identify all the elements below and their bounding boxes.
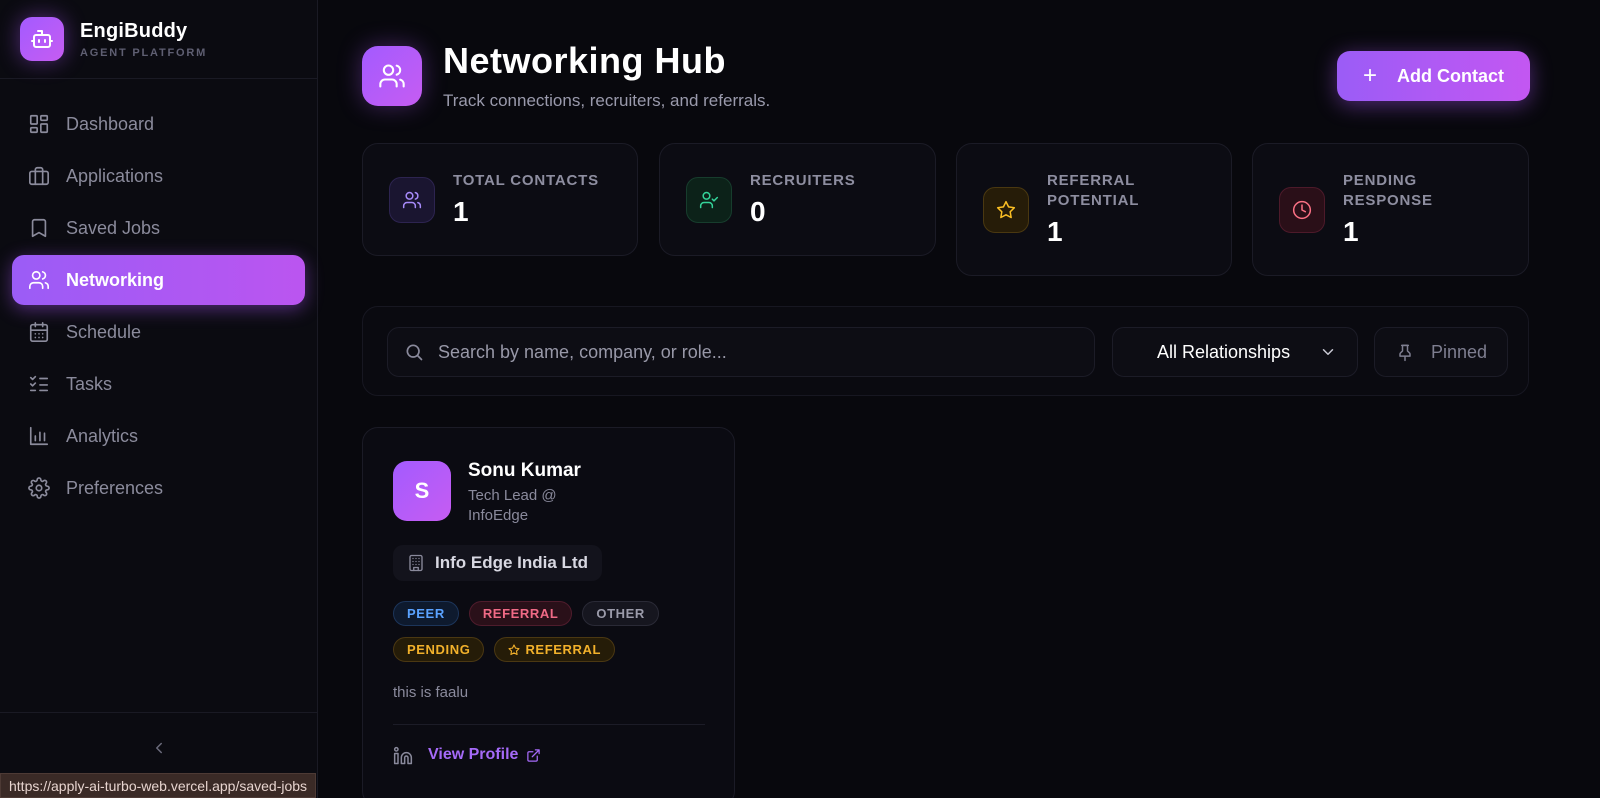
stat-card-referral-potential: REFERRAL POTENTIAL 1 (956, 143, 1232, 276)
add-contact-button[interactable]: + Add Contact (1337, 51, 1530, 101)
bot-icon (20, 17, 64, 61)
list-checks-icon (29, 375, 49, 392)
bookmark-icon (31, 218, 47, 238)
pin-icon (1399, 344, 1411, 362)
stat-card-pending-response: PENDING RESPONSE 1 (1252, 143, 1529, 276)
sidebar: EngiBuddy AGENT PLATFORM Dashboard Appli… (0, 0, 318, 798)
sidebar-nav: Dashboard Applications Saved Jobs Networ… (0, 79, 317, 535)
sidebar-item-label: Saved Jobs (66, 217, 161, 238)
clock-icon (1279, 187, 1325, 233)
pinned-label: Pinned (1430, 341, 1488, 362)
calendar-icon (29, 322, 49, 342)
search-box (387, 327, 1095, 377)
relationship-select[interactable]: All Relationships (1112, 327, 1358, 377)
stat-label: TOTAL CONTACTS (453, 172, 599, 189)
sidebar-item-label: Applications (66, 165, 164, 186)
plus-icon: + (1362, 62, 1377, 89)
sidebar-item-saved-jobs[interactable]: Saved Jobs (12, 203, 305, 253)
sidebar-item-dashboard[interactable]: Dashboard (12, 99, 305, 149)
sidebar-item-analytics[interactable]: Analytics (12, 411, 305, 461)
brand-subtitle: AGENT PLATFORM (80, 46, 208, 59)
sidebar-item-label: Analytics (66, 425, 139, 446)
status-bar-url: https://apply-ai-turbo-web.vercel.app/sa… (0, 773, 317, 798)
brand-name: EngiBuddy (80, 19, 188, 42)
tag-pending: PENDING (393, 637, 485, 662)
chevron-down-icon (1322, 349, 1334, 355)
tag-other: OTHER (582, 601, 659, 626)
page-title: Networking Hub (443, 40, 726, 81)
star-icon (983, 187, 1029, 233)
divider (393, 724, 705, 725)
tag-peer: PEER (393, 601, 459, 626)
gear-icon (28, 477, 50, 499)
filter-bar: All Relationships Pinned (362, 306, 1529, 396)
stat-label: PENDING RESPONSE (1343, 172, 1433, 209)
sidebar-item-tasks[interactable]: Tasks (12, 359, 305, 409)
tag-referral-potential: REFERRAL (494, 637, 616, 662)
pinned-filter-button[interactable]: Pinned (1374, 327, 1508, 377)
sidebar-item-schedule[interactable]: Schedule (12, 307, 305, 357)
view-profile-label: View Profile (428, 746, 519, 763)
tag-list: PEER REFERRAL OTHER PENDING REFERRAL (393, 601, 693, 662)
stat-value: 1 (453, 196, 469, 227)
search-input[interactable] (438, 341, 1058, 363)
brand[interactable]: EngiBuddy AGENT PLATFORM (0, 0, 317, 79)
users-icon (29, 270, 49, 290)
users-icon (389, 177, 435, 223)
external-link-icon (527, 748, 541, 762)
tag-referral: REFERRAL (468, 601, 573, 626)
sidebar-item-label: Tasks (66, 373, 113, 394)
stat-value: 1 (1047, 216, 1063, 247)
star-icon (508, 643, 520, 655)
stat-card-recruiters: RECRUITERS 0 (659, 143, 936, 256)
stat-card-total-contacts: TOTAL CONTACTS 1 (362, 143, 638, 256)
page-subtitle: Track connections, recruiters, and refer… (443, 91, 771, 110)
view-profile-link[interactable]: View Profile (428, 746, 541, 764)
search-icon (406, 344, 423, 361)
sidebar-item-applications[interactable]: Applications (12, 151, 305, 201)
stat-value: 0 (750, 196, 766, 227)
relationship-select-value: All Relationships (1157, 341, 1291, 362)
tag-label: REFERRAL (525, 642, 602, 657)
briefcase-icon (29, 166, 49, 186)
contact-notes: this is faalu (393, 684, 469, 701)
sidebar-item-preferences[interactable]: Preferences (12, 463, 305, 513)
layout-grid-icon (29, 114, 49, 134)
contact-card[interactable]: S Sonu Kumar Tech Lead @ InfoEdge Info E… (362, 427, 735, 798)
stat-value: 1 (1343, 216, 1359, 247)
building-icon (409, 554, 423, 572)
add-contact-label: Add Contact (1397, 65, 1504, 86)
sidebar-item-label: Preferences (66, 477, 164, 498)
stat-label: RECRUITERS (750, 172, 856, 189)
sidebar-item-label: Networking (66, 269, 165, 290)
users-icon (362, 46, 422, 106)
sidebar-item-networking[interactable]: Networking (12, 255, 305, 305)
bar-chart-icon (29, 426, 49, 446)
contact-role: Tech Lead @ InfoEdge (468, 487, 557, 524)
company-name: Info Edge India Ltd (435, 553, 588, 572)
company-chip: Info Edge India Ltd (393, 545, 602, 581)
user-check-icon (686, 177, 732, 223)
sidebar-item-label: Schedule (66, 321, 142, 342)
stat-label: REFERRAL POTENTIAL (1047, 172, 1140, 209)
chevron-left-icon[interactable] (150, 739, 168, 757)
avatar: S (393, 461, 451, 521)
contact-name: Sonu Kumar (468, 460, 581, 481)
linkedin-icon[interactable] (393, 746, 413, 771)
sidebar-item-label: Dashboard (66, 113, 155, 134)
